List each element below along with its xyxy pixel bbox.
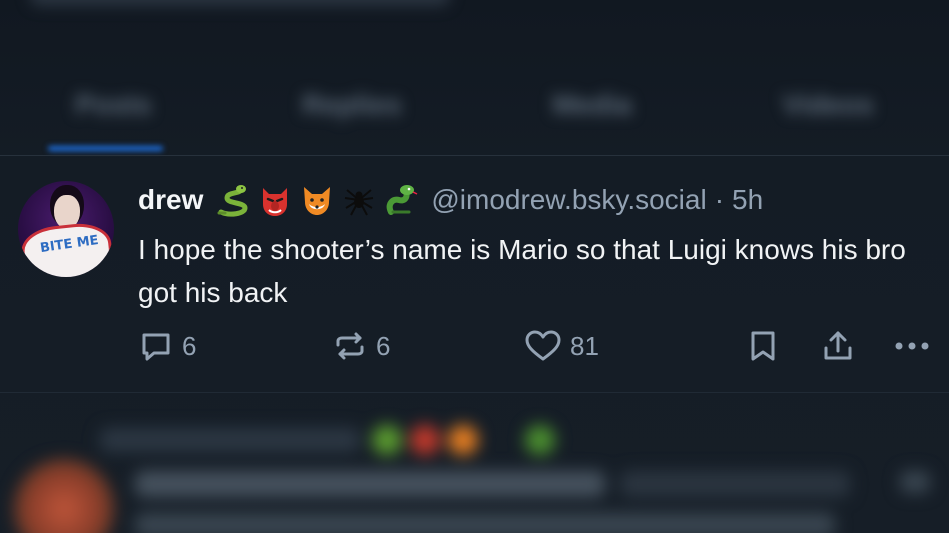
blurred-text <box>135 513 835 533</box>
goblin-emoji-icon <box>263 188 288 216</box>
post-header: drew @imodrew.bsky.social · 5h <box>138 180 763 220</box>
spider-emoji-icon <box>345 189 374 216</box>
post-timestamp[interactable]: 5h <box>732 184 763 216</box>
active-tab-indicator <box>48 146 163 151</box>
profile-tabs: Posts Replies Media Videos <box>0 80 949 130</box>
like-button[interactable]: 81 <box>524 326 599 366</box>
reply-count: 6 <box>182 330 197 361</box>
author-name[interactable]: drew <box>138 184 203 216</box>
fox-emoji-icon <box>304 187 331 215</box>
blurred-emoji <box>448 425 478 455</box>
blurred-text <box>900 471 930 493</box>
share-icon <box>824 331 852 360</box>
repost-icon <box>336 332 364 360</box>
post-actions: 6 6 81 <box>0 326 949 366</box>
blurred-next-post <box>0 393 949 533</box>
blurred-profile-header: Posts Replies Media Videos <box>0 0 949 160</box>
snake-emoji-icon <box>217 185 248 217</box>
more-options-button[interactable] <box>892 326 934 366</box>
tab-posts[interactable]: Posts <box>75 89 151 121</box>
tab-media[interactable]: Media <box>552 89 631 121</box>
post-body: I hope the shooter’s name is Mario so th… <box>138 234 906 308</box>
avatar[interactable]: BITE ME <box>18 181 114 277</box>
profile-feed-screen: Posts Replies Media Videos BITE ME drew <box>0 0 949 533</box>
blurred-text <box>135 471 605 497</box>
ellipsis-icon <box>895 342 929 350</box>
share-button[interactable] <box>820 326 856 366</box>
author-handle[interactable]: @imodrew.bsky.social <box>431 184 706 216</box>
heart-icon <box>525 330 561 361</box>
tab-videos[interactable]: Videos <box>782 89 873 121</box>
blurred-emoji <box>410 425 440 455</box>
bookmark-button[interactable] <box>746 326 780 366</box>
tab-replies[interactable]: Replies <box>302 89 402 121</box>
blurred-text <box>100 428 360 452</box>
blurred-emoji <box>525 425 555 455</box>
comment-icon <box>142 333 170 361</box>
blurred-avatar <box>14 459 114 533</box>
blurred-text <box>620 471 850 497</box>
reply-button[interactable]: 6 <box>138 326 196 366</box>
blurred-header-text <box>30 0 450 6</box>
serpent-emoji-icon <box>387 185 418 215</box>
repost-count: 6 <box>376 330 391 361</box>
repost-button[interactable]: 6 <box>332 326 390 366</box>
like-count: 81 <box>570 330 599 361</box>
separator-dot: · <box>714 184 725 215</box>
display-name-emojis <box>215 182 419 218</box>
blurred-emoji <box>372 425 402 455</box>
post-card[interactable]: BITE ME drew @imodrew.bsky.social · 5h I… <box>0 156 949 392</box>
bookmark-icon <box>751 331 775 361</box>
